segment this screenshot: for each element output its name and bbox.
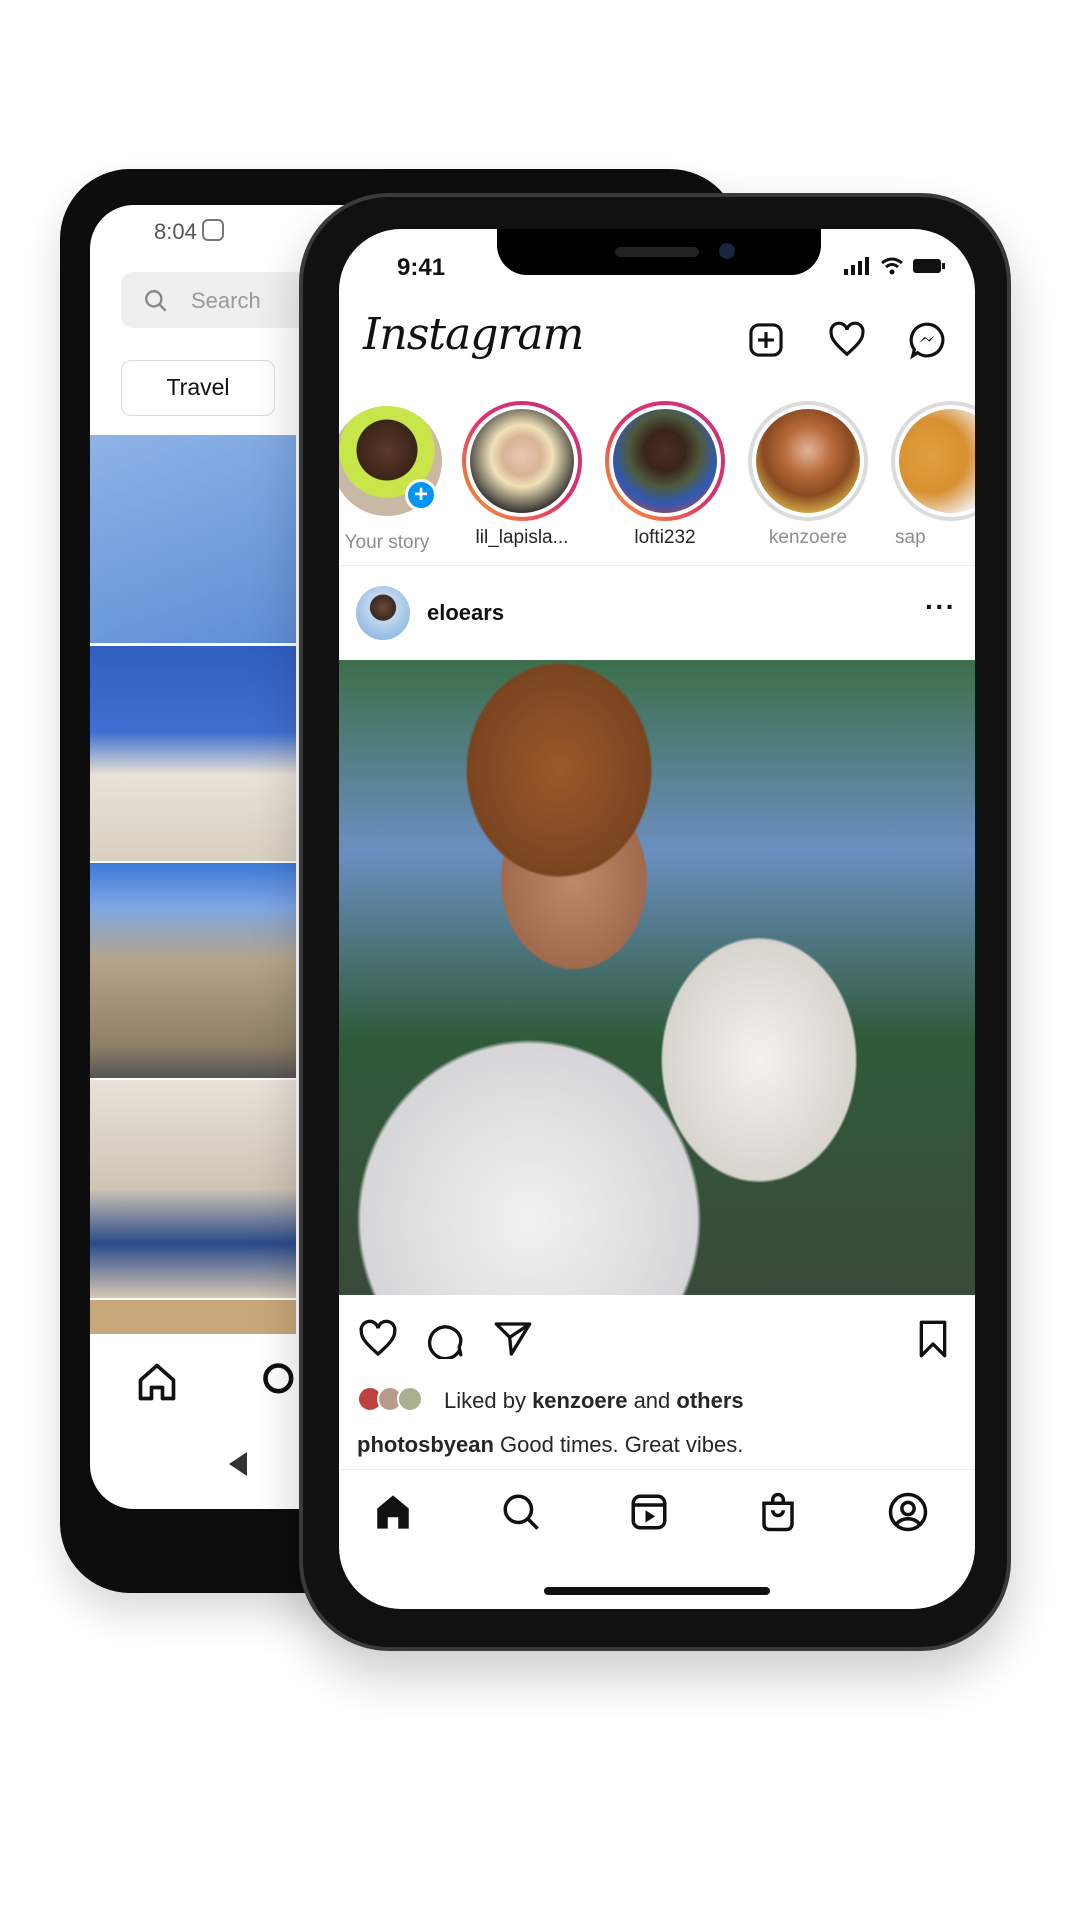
search-placeholder: Search <box>191 288 261 313</box>
liked-prefix: Liked by <box>444 1388 533 1413</box>
story-lil-lapisla[interactable]: lil_lapisla... <box>462 401 582 549</box>
caption: photosbyean Good times. Great vibes. <box>357 1432 743 1458</box>
search-icon[interactable] <box>500 1491 542 1533</box>
shop-icon[interactable] <box>757 1491 799 1533</box>
post-author-username[interactable]: eloears <box>427 600 504 626</box>
divider <box>339 565 975 566</box>
search-icon[interactable] <box>260 1360 304 1404</box>
battery-icon <box>913 259 945 273</box>
heart-icon[interactable] <box>827 321 867 359</box>
status-time: 9:41 <box>397 254 446 281</box>
grid-photo-food[interactable] <box>90 1300 296 1334</box>
bookmark-icon[interactable] <box>915 1319 951 1359</box>
share-icon[interactable] <box>493 1319 533 1359</box>
liked-mid: and <box>627 1388 677 1413</box>
grid-photo-group[interactable] <box>90 646 296 861</box>
profile-icon[interactable] <box>887 1491 929 1533</box>
add-story-badge-icon[interactable]: + <box>405 479 437 511</box>
story-your-story[interactable]: + Your story <box>339 401 447 554</box>
instagram-icon <box>202 219 224 241</box>
like-icon[interactable] <box>357 1319 399 1359</box>
reels-icon[interactable] <box>628 1491 670 1533</box>
story-label: Your story <box>344 532 430 553</box>
instagram-logo: Instagram <box>363 309 584 360</box>
back-triangle-icon[interactable] <box>223 1449 253 1479</box>
signal-icon <box>844 257 869 275</box>
grid-photo-hand[interactable] <box>90 435 296 643</box>
home-indicator[interactable] <box>544 1587 770 1595</box>
grid-photo-woman[interactable] <box>90 1080 296 1298</box>
story-label: sap <box>895 527 926 548</box>
divider <box>339 1469 975 1470</box>
liked-user-link[interactable]: kenzoere <box>532 1388 627 1413</box>
post-image[interactable] <box>339 660 975 1295</box>
more-options-icon[interactable]: ··· <box>925 591 956 623</box>
home-icon[interactable] <box>372 1491 414 1533</box>
grid-photo-arch[interactable] <box>90 863 296 1078</box>
story-label: kenzoere <box>768 527 848 548</box>
liked-others-link[interactable]: others <box>676 1388 743 1413</box>
messenger-icon[interactable] <box>908 321 946 359</box>
post-author-avatar[interactable] <box>356 586 410 640</box>
notch <box>497 229 821 275</box>
comment-icon[interactable] <box>425 1319 465 1359</box>
chip-travel[interactable]: Travel <box>121 360 275 416</box>
story-kenzoere[interactable]: kenzoere <box>748 401 868 549</box>
liked-by-text: Liked by kenzoere and others <box>444 1388 744 1414</box>
home-icon[interactable] <box>135 1360 179 1404</box>
search-icon <box>145 290 167 312</box>
wifi-icon <box>881 257 903 275</box>
front-phone-screen: 9:41 Instagram + Your story lil_lapisla.… <box>339 229 975 1609</box>
story-label: lofti232 <box>634 527 696 548</box>
caption-username[interactable]: photosbyean <box>357 1432 494 1457</box>
status-time: 8:04 <box>154 219 197 244</box>
story-lofti232[interactable]: lofti232 <box>605 401 725 549</box>
story-sap[interactable]: sap <box>891 401 975 549</box>
liked-by-avatars <box>357 1386 423 1412</box>
caption-text: Good times. Great vibes. <box>493 1432 744 1457</box>
status-icons <box>844 257 946 275</box>
add-post-icon[interactable] <box>747 321 785 359</box>
story-label: lil_lapisla... <box>475 527 569 548</box>
